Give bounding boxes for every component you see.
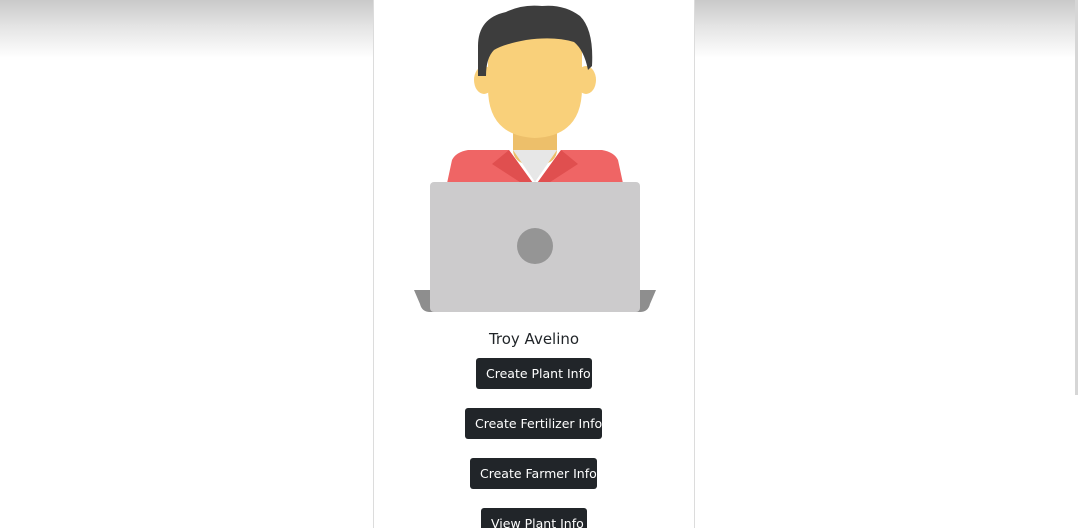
create-plant-info-button[interactable]: Create Plant Info (476, 358, 592, 389)
view-plant-info-button[interactable]: View Plant Info (481, 508, 587, 528)
profile-card: Troy Avelino Create Plant Info Create Fe… (373, 0, 695, 528)
create-farmer-info-button[interactable]: Create Farmer Info (470, 458, 597, 489)
page: Troy Avelino Create Plant Info Create Fe… (0, 0, 1078, 528)
profile-name: Troy Avelino (488, 330, 580, 348)
create-fertilizer-info-button[interactable]: Create Fertilizer Info (465, 408, 602, 439)
developer-avatar-icon (414, 5, 656, 312)
